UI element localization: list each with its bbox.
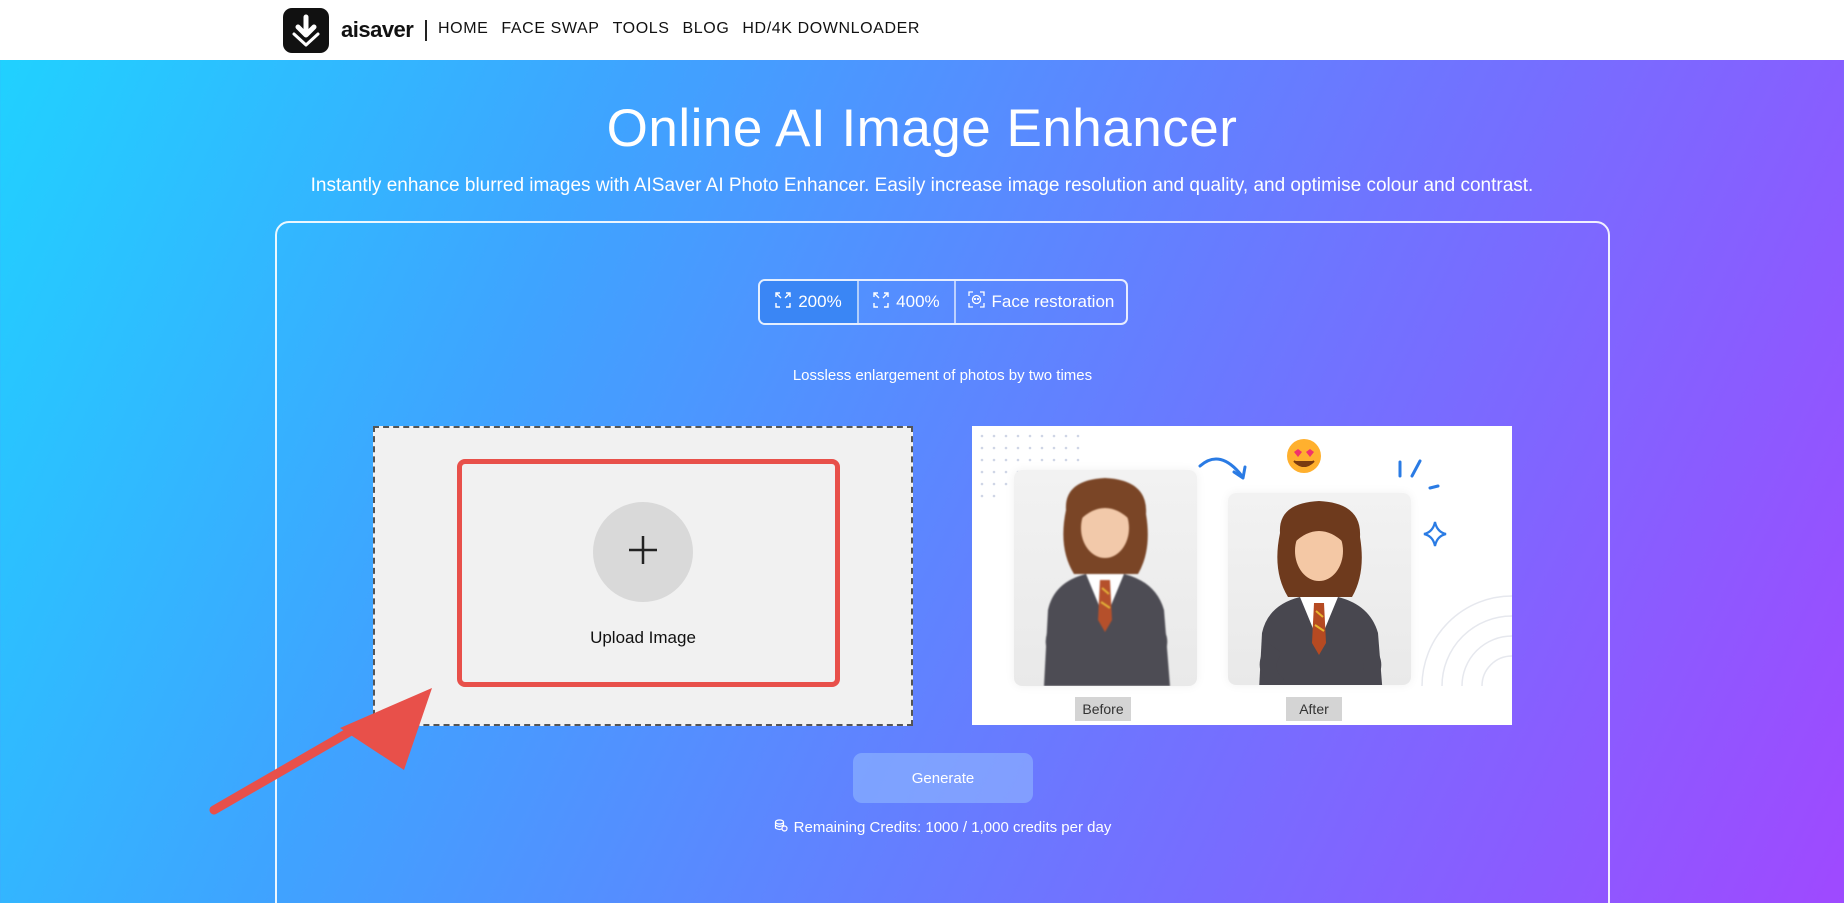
before-tag: Before: [1075, 697, 1131, 721]
credits-icon: [774, 818, 788, 836]
mode-400-button[interactable]: 400%: [859, 281, 956, 323]
generate-button[interactable]: Generate: [853, 753, 1033, 803]
brand-name[interactable]: aisaver: [341, 17, 414, 43]
mode-200-label: 200%: [798, 292, 842, 311]
top-navbar: aisaver HOME FACE SWAP TOOLS BLOG HD/4K …: [0, 0, 1844, 60]
logo-icon[interactable]: [283, 8, 329, 53]
nav-tools[interactable]: TOOLS: [613, 20, 670, 38]
mode-face-restoration-label: Face restoration: [991, 292, 1115, 311]
before-after-sample: Before After: [972, 426, 1512, 725]
remaining-credits: Remaining Credits: 1000 / 1,000 credits …: [0, 818, 1844, 836]
after-tag: After: [1286, 697, 1342, 721]
upload-button[interactable]: [593, 502, 693, 602]
page-subtitle: Instantly enhance blurred images with AI…: [310, 175, 1534, 196]
upload-label[interactable]: Upload Image: [543, 628, 743, 648]
page-title: Online AI Image Enhancer: [606, 99, 1238, 158]
mode-selector: 200% 400% Face restoration: [758, 279, 1128, 325]
nav-home[interactable]: HOME: [438, 20, 488, 38]
mode-200-button[interactable]: 200%: [760, 281, 859, 323]
nav-hd-downloader[interactable]: HD/4K DOWNLOADER: [742, 20, 920, 38]
plus-icon: [627, 534, 659, 571]
nav-divider: [425, 20, 427, 41]
expand-icon: [873, 291, 889, 313]
before-photo: [1014, 470, 1197, 686]
pointer-arrow-icon: [209, 688, 432, 815]
nav-blog[interactable]: BLOG: [683, 20, 730, 38]
before-portrait: [1044, 478, 1170, 686]
mode-description: Lossless enlargement of photos by two ti…: [792, 367, 1093, 384]
credits-text: Remaining Credits: 1000 / 1,000 credits …: [793, 818, 1112, 836]
main-nav: HOME FACE SWAP TOOLS BLOG HD/4K DOWNLOAD…: [438, 20, 920, 38]
after-photo: [1228, 493, 1411, 685]
face-scan-icon: [967, 291, 985, 313]
mode-face-restoration-button[interactable]: Face restoration: [956, 281, 1126, 323]
after-portrait: [1259, 501, 1383, 685]
nav-face-swap[interactable]: FACE SWAP: [501, 20, 599, 38]
mode-400-label: 400%: [896, 292, 940, 311]
expand-icon: [775, 291, 791, 313]
